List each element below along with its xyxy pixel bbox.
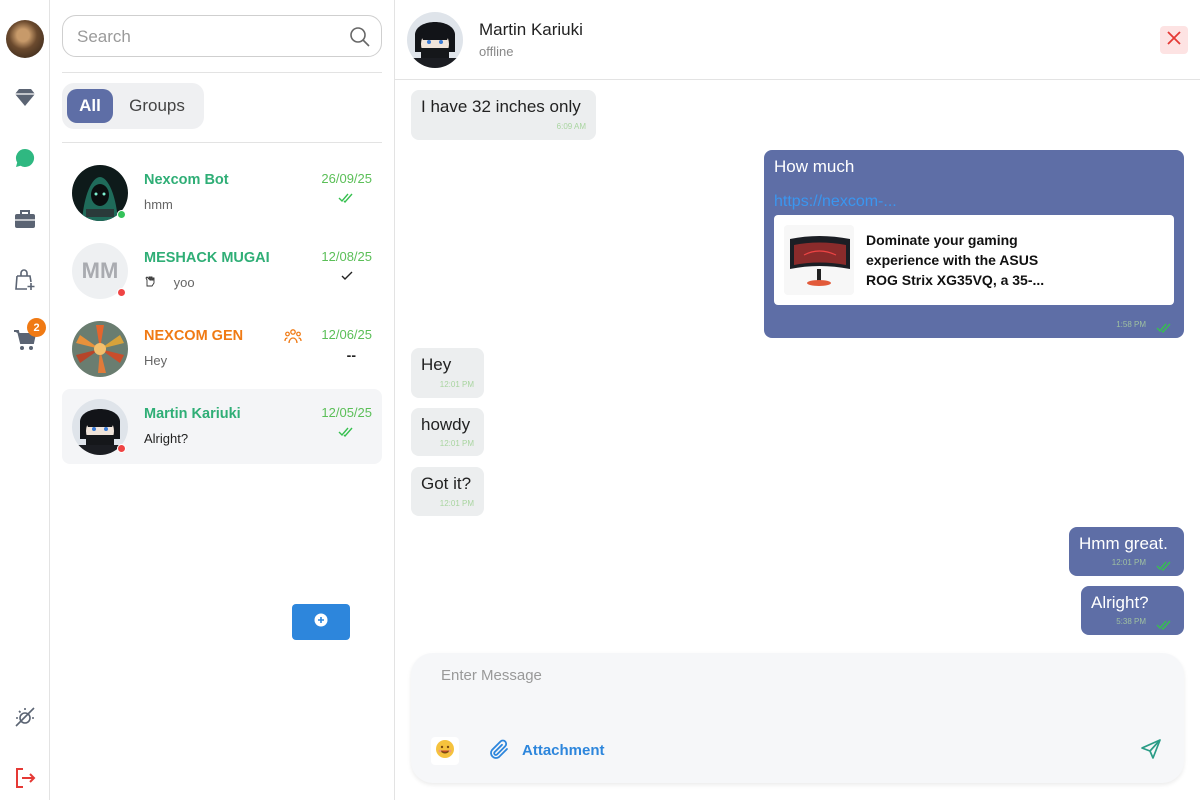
cart-count-badge: 2 bbox=[27, 318, 46, 337]
chat-name: Martin Kariuki bbox=[144, 406, 241, 422]
chat-date: 26/09/25 bbox=[321, 171, 372, 186]
message-incoming: howdy 12:01 PM bbox=[411, 408, 484, 456]
message-incoming: Got it? 12:01 PM bbox=[411, 467, 484, 516]
message-text: Hmm great. bbox=[1079, 534, 1168, 553]
message-time: 12:01 PM bbox=[439, 499, 474, 508]
chat-last-message: Hey bbox=[144, 353, 168, 368]
single-check-icon bbox=[340, 269, 354, 284]
paperclip-icon[interactable] bbox=[487, 738, 511, 767]
chat-last-message: hmm bbox=[144, 197, 173, 212]
message-time: 12:01 PM bbox=[439, 380, 474, 389]
link-preview-text: Dominate your gaming experience with the… bbox=[866, 232, 1045, 288]
message-time: 12:01 PM bbox=[439, 439, 474, 448]
conversation-panel: Martin Kariuki offline I have 32 inches … bbox=[395, 0, 1200, 800]
diamond-icon[interactable] bbox=[13, 85, 37, 109]
chat-list-panel: All Groups Nexcom Bot hmm 26/09/25 MM ME… bbox=[50, 0, 395, 800]
attachment-button[interactable]: Attachment bbox=[522, 742, 605, 759]
tab-groups[interactable]: Groups bbox=[122, 89, 192, 123]
shopping-bag-add-icon[interactable] bbox=[13, 268, 37, 292]
chat-name: MESHACK MUGAI bbox=[144, 250, 270, 266]
send-icon[interactable] bbox=[1140, 738, 1162, 765]
message-text: How much bbox=[774, 157, 855, 176]
double-check-icon bbox=[1156, 617, 1172, 635]
search-input[interactable] bbox=[77, 26, 337, 48]
chat-list-item[interactable]: Nexcom Bot hmm 26/09/25 bbox=[62, 155, 382, 230]
contact-avatar[interactable] bbox=[407, 12, 463, 68]
offline-indicator bbox=[117, 444, 126, 453]
chat-date: 12/05/25 bbox=[321, 405, 372, 420]
double-check-icon bbox=[1156, 558, 1172, 576]
hand-icon bbox=[144, 275, 160, 290]
message-link[interactable]: https://nexcom-... bbox=[774, 193, 897, 211]
chat-date: 12/06/25 bbox=[321, 327, 372, 342]
message-text: howdy bbox=[421, 415, 471, 434]
contact-name: Martin Kariuki bbox=[479, 20, 583, 39]
plus-circle-icon bbox=[314, 613, 328, 632]
chat-list-item-active[interactable]: Martin Kariuki Alright? 12/05/25 bbox=[62, 389, 382, 464]
chat-list-item[interactable]: NEXCOM GEN Hey 12/06/25 -- bbox=[62, 311, 382, 386]
close-icon bbox=[1166, 30, 1182, 51]
chat-filter-tabs: All Groups bbox=[62, 83, 204, 129]
chat-status-text: -- bbox=[346, 347, 356, 363]
message-input[interactable] bbox=[441, 667, 1121, 707]
message-time: 5:38 PM bbox=[1116, 617, 1146, 626]
chat-last-message: yoo bbox=[173, 275, 195, 290]
theme-toggle-icon[interactable] bbox=[13, 705, 37, 729]
briefcase-icon[interactable] bbox=[13, 207, 37, 231]
message-outgoing: How much https://nexcom-... Dominate you… bbox=[764, 150, 1184, 338]
nav-rail: 2 bbox=[0, 0, 50, 800]
chat-name: NEXCOM GEN bbox=[144, 328, 244, 344]
search-box bbox=[62, 15, 382, 57]
divider bbox=[62, 72, 382, 73]
message-time: 1:58 PM bbox=[1116, 320, 1146, 329]
chat-name: Nexcom Bot bbox=[144, 172, 229, 188]
smiley-icon bbox=[435, 739, 455, 764]
monitor-image bbox=[784, 225, 854, 295]
tab-all[interactable]: All bbox=[67, 89, 113, 123]
message-incoming: I have 32 inches only 6:09 AM bbox=[411, 90, 596, 140]
chat-icon[interactable] bbox=[13, 146, 37, 170]
message-text: Hey bbox=[421, 355, 452, 374]
avatar-initials-text: MM bbox=[81, 258, 119, 283]
contact-status: offline bbox=[479, 44, 514, 59]
avatar bbox=[72, 321, 128, 377]
message-time: 6:09 AM bbox=[556, 122, 586, 131]
double-check-icon bbox=[338, 191, 354, 206]
link-preview-card[interactable]: Dominate your gaming experience with the… bbox=[774, 215, 1174, 305]
divider bbox=[62, 142, 382, 143]
message-time: 12:01 PM bbox=[1111, 558, 1146, 567]
double-check-icon bbox=[338, 425, 354, 440]
message-text: I have 32 inches only bbox=[421, 97, 581, 116]
emoji-button[interactable] bbox=[431, 737, 459, 765]
group-icon bbox=[284, 327, 302, 350]
double-check-icon bbox=[1156, 320, 1172, 338]
chat-date: 12/08/25 bbox=[321, 249, 372, 264]
message-outgoing: Alright? 5:38 PM bbox=[1081, 586, 1184, 635]
logout-icon[interactable] bbox=[13, 766, 37, 790]
chat-last-message-row: yoo bbox=[144, 275, 195, 290]
user-avatar[interactable] bbox=[6, 20, 44, 58]
message-text: Alright? bbox=[1091, 593, 1149, 612]
message-text: Got it? bbox=[421, 474, 472, 493]
offline-indicator bbox=[117, 288, 126, 297]
message-outgoing: Hmm great. 12:01 PM bbox=[1069, 527, 1184, 576]
chat-list-item[interactable]: MM MESHACK MUGAI yoo 12/08/25 bbox=[62, 233, 382, 308]
new-chat-button[interactable] bbox=[292, 604, 350, 640]
message-incoming: Hey 12:01 PM bbox=[411, 348, 484, 398]
chat-app: 2 All Groups Nexcom Bot hmm bbox=[0, 0, 1200, 800]
online-indicator bbox=[117, 210, 126, 219]
message-composer: Attachment bbox=[411, 653, 1184, 783]
close-button[interactable] bbox=[1160, 26, 1188, 54]
chat-last-message: Alright? bbox=[144, 431, 189, 446]
conversation-header: Martin Kariuki offline bbox=[395, 0, 1200, 80]
search-icon[interactable] bbox=[349, 26, 371, 53]
